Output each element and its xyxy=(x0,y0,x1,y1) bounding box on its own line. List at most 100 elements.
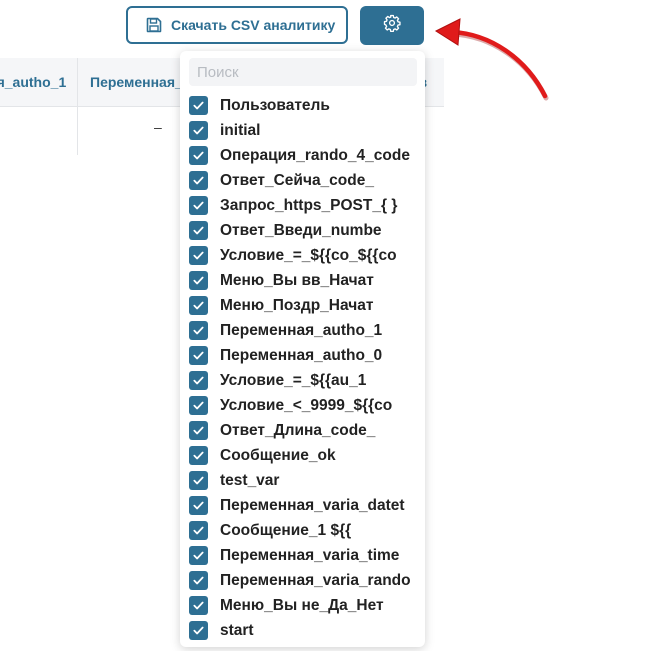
column-option[interactable]: test_var xyxy=(180,468,425,493)
column-option[interactable]: Сообщение_1 ${{ xyxy=(180,518,425,543)
column-option[interactable]: Меню_Поздр_Начат xyxy=(180,293,425,318)
checkmark-icon xyxy=(193,326,204,335)
checkbox[interactable] xyxy=(189,96,208,115)
column-option-label: Операция_rando_4_code xyxy=(220,146,410,164)
checkbox[interactable] xyxy=(189,371,208,390)
column-settings-button[interactable] xyxy=(360,6,424,45)
checkbox[interactable] xyxy=(189,296,208,315)
checkbox[interactable] xyxy=(189,121,208,140)
checkbox[interactable] xyxy=(189,546,208,565)
checkmark-icon xyxy=(193,551,204,560)
column-option-label: test_var xyxy=(220,471,280,489)
column-option-label: Переменная_varia_rando xyxy=(220,571,411,589)
checkbox[interactable] xyxy=(189,521,208,540)
column-option-label: Запрос_https_POST_{ } xyxy=(220,196,398,214)
column-option[interactable]: Переменная_autho_1 xyxy=(180,318,425,343)
checkmark-icon xyxy=(193,501,204,510)
checkmark-icon xyxy=(193,576,204,585)
search-input[interactable] xyxy=(189,58,417,86)
column-option[interactable]: Ответ_Введи_numbe xyxy=(180,218,425,243)
column-option[interactable]: Переменная_varia_time xyxy=(180,543,425,568)
checkbox[interactable] xyxy=(189,446,208,465)
column-option[interactable]: Условие_<_9999_${{co xyxy=(180,393,425,418)
column-option-label: Переменная_varia_datet xyxy=(220,496,405,514)
download-csv-label: Скачать CSV аналитику xyxy=(171,17,336,33)
checkmark-icon xyxy=(193,126,204,135)
download-csv-button[interactable]: Скачать CSV аналитику xyxy=(126,6,348,44)
column-header[interactable]: ия_autho_1 xyxy=(0,58,76,106)
checkmark-icon xyxy=(193,601,204,610)
checkmark-icon xyxy=(193,301,204,310)
checkmark-icon xyxy=(193,276,204,285)
column-option[interactable]: Переменная_autho_0 xyxy=(180,343,425,368)
column-option[interactable]: Сообщение_ok xyxy=(180,443,425,468)
column-option[interactable]: Переменная_varia_rando xyxy=(180,568,425,593)
column-option-label: Пользователь xyxy=(220,96,330,114)
column-option[interactable]: start xyxy=(180,618,425,643)
column-option[interactable]: Условие_=_${{co_${{co xyxy=(180,243,425,268)
column-option[interactable]: Меню_Вы вв_Начат xyxy=(180,268,425,293)
checkmark-icon xyxy=(193,176,204,185)
columns-dropdown: Пользователь initial Операция_rando_4_code… xyxy=(180,51,425,647)
checkmark-icon xyxy=(193,401,204,410)
checkbox[interactable] xyxy=(189,146,208,165)
column-option[interactable]: Операция_rando_4_code xyxy=(180,143,425,168)
checkbox[interactable] xyxy=(189,396,208,415)
checkmark-icon xyxy=(193,476,204,485)
gear-icon xyxy=(383,14,401,37)
column-option-label: Условие_=_${{au_1 xyxy=(220,371,367,389)
checkbox[interactable] xyxy=(189,221,208,240)
column-option-label: Меню_Поздр_Начат xyxy=(220,296,374,314)
checkbox[interactable] xyxy=(189,346,208,365)
annotation-arrow-icon xyxy=(434,18,549,101)
column-option-label: Переменная_varia_time xyxy=(220,546,400,564)
column-divider xyxy=(77,58,78,155)
checkbox[interactable] xyxy=(189,471,208,490)
checkmark-icon xyxy=(193,151,204,160)
column-option-label: Сообщение_ok xyxy=(220,446,336,464)
checkbox[interactable] xyxy=(189,621,208,640)
column-option-label: Переменная_autho_0 xyxy=(220,346,383,364)
column-option-label: Сообщение_1 ${{ xyxy=(220,521,352,539)
table-cell: – xyxy=(154,119,162,135)
column-option[interactable]: Условие_=_${{au_1 xyxy=(180,368,425,393)
checkmark-icon xyxy=(193,351,204,360)
checkbox[interactable] xyxy=(189,196,208,215)
columns-list: Пользователь initial Операция_rando_4_code… xyxy=(180,93,425,643)
column-option-label: Меню_Вы не_Да_Нет xyxy=(220,596,384,614)
column-option[interactable]: Ответ_Сейча_code_ xyxy=(180,168,425,193)
checkmark-icon xyxy=(193,226,204,235)
checkmark-icon xyxy=(193,451,204,460)
column-option-label: start xyxy=(220,621,254,639)
column-option[interactable]: Ответ_Длина_code_ xyxy=(180,418,425,443)
checkbox[interactable] xyxy=(189,596,208,615)
column-option[interactable]: Переменная_varia_datet xyxy=(180,493,425,518)
column-option-label: Условие_=_${{co_${{co xyxy=(220,246,397,264)
checkmark-icon xyxy=(193,101,204,110)
checkmark-icon xyxy=(193,201,204,210)
column-option-label: Переменная_autho_1 xyxy=(220,321,383,339)
checkbox[interactable] xyxy=(189,421,208,440)
checkbox[interactable] xyxy=(189,496,208,515)
save-icon xyxy=(146,17,162,33)
column-option-label: Условие_<_9999_${{co xyxy=(220,396,393,414)
checkmark-icon xyxy=(193,626,204,635)
column-option-label: Меню_Вы вв_Начат xyxy=(220,271,374,289)
column-option-label: Ответ_Сейча_code_ xyxy=(220,171,374,189)
checkbox[interactable] xyxy=(189,271,208,290)
column-option[interactable]: Пользователь xyxy=(180,93,425,118)
column-option-label: Ответ_Длина_code_ xyxy=(220,421,376,439)
checkbox[interactable] xyxy=(189,171,208,190)
checkmark-icon xyxy=(193,526,204,535)
column-option[interactable]: initial xyxy=(180,118,425,143)
checkmark-icon xyxy=(193,426,204,435)
column-option[interactable]: Запрос_https_POST_{ } xyxy=(180,193,425,218)
column-option-label: Ответ_Введи_numbe xyxy=(220,221,382,239)
column-option-label: initial xyxy=(220,121,261,139)
checkbox[interactable] xyxy=(189,246,208,265)
checkmark-icon xyxy=(193,251,204,260)
checkbox[interactable] xyxy=(189,321,208,340)
column-option[interactable]: Меню_Вы не_Да_Нет xyxy=(180,593,425,618)
checkbox[interactable] xyxy=(189,571,208,590)
checkmark-icon xyxy=(193,376,204,385)
